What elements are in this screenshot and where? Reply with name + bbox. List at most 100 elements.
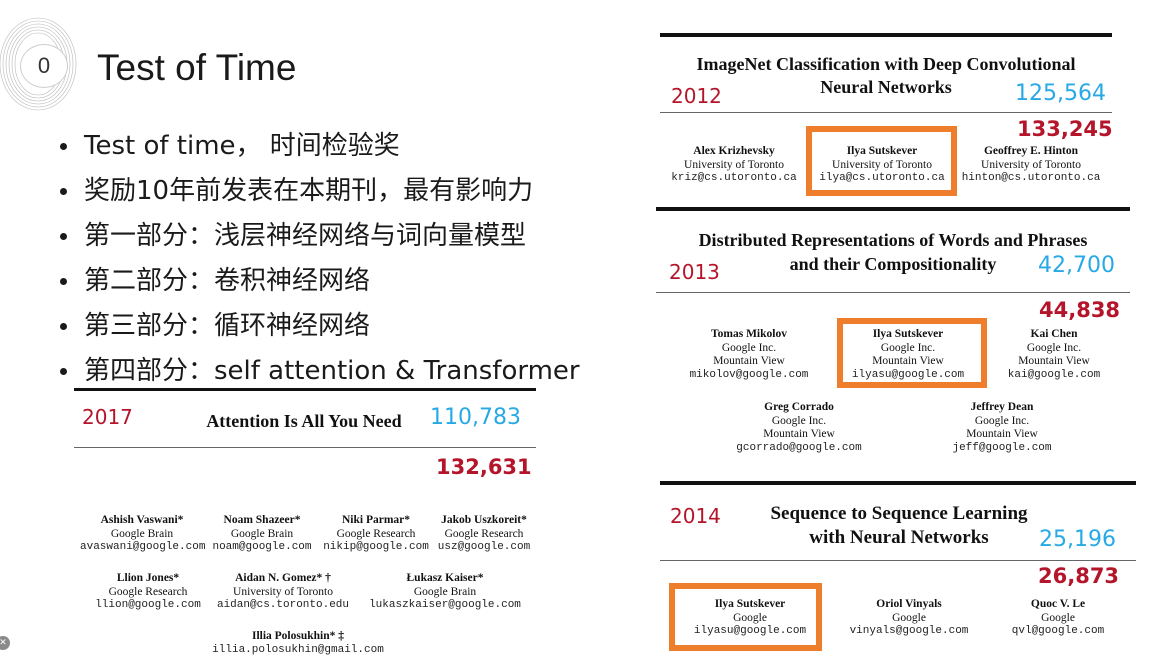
author-email: usz@google.com [437,541,531,553]
citation-count: 25,196 [1039,527,1116,552]
author-location: Mountain View [713,355,785,367]
citation-count-updated: 26,873 [1038,564,1120,588]
author-block: Ashish Vaswani* Google Brain avaswani@go… [80,514,206,555]
author-affiliation: University of Toronto [233,585,333,598]
author-block: Quoc V. Le Google qvl@google.com [1002,598,1114,639]
author-name: Łukasz Kaiser* [406,572,484,584]
citation-count-updated: 44,838 [1039,298,1121,322]
citation-count: 110,783 [430,405,521,430]
paper-top-rule [74,388,536,391]
author-email: llion@google.com [95,599,201,611]
bullet-list: Test of time， 时间检验奖 奖励10年前发表在本期刊，最有影响力 第… [58,124,580,394]
close-icon[interactable]: ✕ [0,636,10,650]
author-affiliation: Google Inc. [1026,341,1082,354]
author-email: hinton@cs.utoronto.ca [961,172,1101,184]
paper-top-rule [660,33,1112,37]
author-block: Jakob Uszkoreit* Google Research usz@goo… [434,514,534,555]
author-name: Llion Jones* [116,572,180,584]
paper-year: 2012 [671,84,722,108]
slide-number: 0 [20,44,68,88]
author-location: Mountain View [966,428,1038,440]
author-email: qvl@google.com [1011,625,1105,637]
paper-year: 2014 [670,504,721,528]
author-email: kai@google.com [1007,368,1101,381]
paper-title: Attention Is All You Need [206,411,402,431]
paper-rule [656,292,1130,293]
citation-count: 125,564 [1015,81,1106,106]
author-affiliation: Google Brain [413,585,477,598]
author-affiliation: Google Brain [230,527,294,540]
slide-title: Test of Time [97,47,297,88]
paper-year: 2017 [82,405,133,429]
author-email: mikolov@google.com [689,368,809,381]
paper-title-line2: and their Compositionality [789,254,997,274]
author-block: Geoffrey E. Hinton University of Toronto… [956,145,1106,186]
paper-title-line2: with Neural Networks [809,527,989,548]
bullet-item: Test of time， 时间检验奖 [58,124,580,169]
paper-rule [660,112,1112,113]
author-email: aidan@cs.toronto.edu [216,599,350,611]
author-affiliation: Google Research [336,527,416,540]
author-block: Llion Jones* Google Research llion@googl… [90,572,206,613]
author-affiliation: University of Toronto [981,158,1081,171]
author-name: Aidan N. Gomez* † [235,572,331,584]
paper-rule [660,560,1136,561]
author-affiliation: Google Research [444,527,524,540]
author-email: lukaszkaiser@google.com [369,599,521,611]
citation-count: 42,700 [1038,253,1115,278]
bullet-item: 奖励10年前发表在本期刊，最有影响力 [58,169,580,214]
author-location: Mountain View [1018,355,1090,367]
paper-top-rule [660,481,1136,485]
author-name: Niki Parmar* [341,514,411,526]
author-name: Jakob Uszkoreit* [441,514,527,526]
citation-count-updated: 133,245 [1017,117,1113,141]
author-name: Noam Shazeer* [223,514,301,526]
author-block: Aidan N. Gomez* † University of Toronto … [210,572,356,613]
author-email: avaswani@google.com [80,541,206,553]
author-block: Kai Chen Google Inc. Mountain View kai@g… [996,328,1112,382]
author-block: Niki Parmar* Google Research nikip@googl… [320,514,432,555]
author-location: Mountain View [763,428,835,440]
author-email: nikip@google.com [323,541,429,553]
citation-count-updated: 132,631 [436,455,532,479]
author-name: Jeffrey Dean [970,401,1034,413]
author-name: Greg Corrado [764,401,834,413]
author-name: Geoffrey E. Hinton [983,145,1079,157]
author-name: Oriol Vinyals [876,598,942,610]
author-name: Alex Krizhevsky [693,145,775,157]
author-name: Tomas Mikolov [711,328,787,340]
author-block: Greg Corrado Google Inc. Mountain View g… [726,401,872,455]
author-highlight-box [669,583,822,651]
paper-title-line1: ImageNet Classification with Deep Convol… [696,54,1076,74]
author-name: Illia Polosukhin* ‡ [251,630,345,642]
paper-year: 2013 [669,260,720,284]
author-affiliation: Google Research [108,585,188,598]
author-email: kriz@cs.utoronto.ca [671,172,797,184]
author-affiliation: Google Inc. [771,414,827,427]
paper-title-line1: Distributed Representations of Words and… [698,230,1088,250]
author-highlight-box [806,126,957,196]
paper-rule [74,447,536,448]
author-affiliation: Google [1041,611,1075,624]
author-email: noam@google.com [212,541,312,553]
author-highlight-box [837,318,987,388]
author-affiliation: Google Inc. [974,414,1030,427]
author-block: Noam Shazeer* Google Brain noam@google.c… [206,514,318,555]
author-affiliation: Google Brain [110,527,174,540]
author-block: Oriol Vinyals Google vinyals@google.com [838,598,980,639]
author-block: Alex Krizhevsky University of Toronto kr… [664,145,804,186]
author-name: Quoc V. Le [1030,598,1086,610]
author-affiliation: Google Inc. [721,341,777,354]
author-affiliation: Google [892,611,926,624]
author-email: jeff@google.com [952,441,1052,454]
author-block: Illia Polosukhin* ‡ illia.polosukhin@gma… [208,630,388,657]
bullet-item: 第三部分：循环神经网络 [58,304,580,349]
author-email: gcorrado@google.com [736,441,862,454]
author-email: vinyals@google.com [849,625,969,637]
bullet-item: 第二部分：卷积神经网络 [58,259,580,304]
paper-top-rule [656,207,1130,211]
bullet-item: 第一部分：浅层神经网络与词向量模型 [58,214,580,259]
author-name: Ashish Vaswani* [100,514,184,526]
author-block: Tomas Mikolov Google Inc. Mountain View … [678,328,820,382]
paper-title-line1: Sequence to Sequence Learning [770,503,1028,524]
